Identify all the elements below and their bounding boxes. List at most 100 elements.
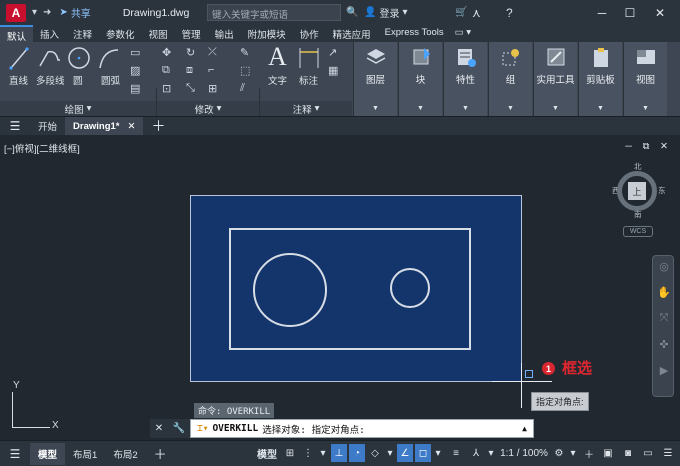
search-input[interactable]: 键入关键字或短语 [207,4,341,21]
tab-start[interactable]: 开始 [30,117,65,136]
annotation-table-icon[interactable]: ▦ [328,64,338,77]
tab-express-tools[interactable]: Express Tools [378,25,451,42]
snap-icon[interactable]: ⋮ [300,444,316,462]
drawing-viewport[interactable]: [−]俯视][二维线框] ─ ⧉ ✕ 1 框选 指定对角点: 命令: OVERK… [0,135,680,440]
offset-icon[interactable]: ⫽ [240,82,245,95]
properties-button[interactable]: 特性 ▼ [443,42,487,116]
line-icon[interactable] [8,46,30,72]
isodraft-icon[interactable]: ◇ [367,444,383,462]
tab-manage[interactable]: 管理 [175,25,208,42]
arc-label[interactable]: 圆弧 [101,73,120,87]
panel-modify-title[interactable]: 修改 ▾ [157,101,259,116]
lineweight-icon[interactable]: ≡ [447,444,465,462]
tab-default[interactable]: 默认 [0,25,34,43]
layers-button[interactable]: 图层 ▼ [353,42,397,116]
wcs-menu[interactable]: WCS [623,226,653,237]
grid-icon[interactable]: ⊞ [282,444,298,462]
erase-icon[interactable]: ✎ [240,46,249,59]
circle-icon[interactable] [67,45,91,71]
search-icon[interactable]: 🔍 [346,0,358,25]
add-icon[interactable]: ＋ [582,444,596,462]
group-button[interactable]: 组 ▼ [488,42,532,116]
pan-icon[interactable]: ✋ [657,286,671,299]
explode-icon[interactable]: ⬚ [240,64,250,77]
circle-label[interactable]: 圆 [73,73,83,87]
dimension-icon[interactable] [297,46,321,72]
chevron-down-icon[interactable]: ▾ [318,444,328,462]
utilities-button[interactable]: 实用工具 ▼ [533,42,577,116]
view-button[interactable]: 视图 ▼ [623,42,667,116]
rectangle-icon[interactable]: ▭ [130,46,140,59]
viewport-controls-label[interactable]: [−]俯视][二维线框] [4,141,80,155]
chevron-down-icon[interactable]: ▾ [433,444,443,462]
tab-featured-apps[interactable]: 精选应用 [326,25,378,42]
hamburger-menu-icon[interactable]: ☰ [0,119,30,133]
panel-draw-title[interactable]: 绘图 ▾ [0,101,156,116]
object-snap-icon[interactable]: ◻ [415,444,431,462]
tab-addins[interactable]: 附加模块 [241,25,293,42]
dimension-label[interactable]: 标注 [299,73,318,87]
minimize-button[interactable]: ─ [588,0,616,25]
ribbon-options-icon[interactable]: ▭ ▾ [451,25,475,42]
showmotion-icon[interactable]: ▶ [657,364,671,377]
orbit-icon[interactable]: ✜ [657,338,671,351]
cart-icon[interactable]: 🛒 [455,0,467,25]
share-button[interactable]: ➤ 共享 [59,5,90,20]
add-layout-button[interactable]: ＋ [146,443,175,465]
tab-output[interactable]: 输出 [208,25,241,42]
viewcube[interactable]: 北 西 东 南 上 WCS [612,162,666,237]
clean-screen-icon[interactable]: ▭ [640,444,656,462]
move-icon[interactable]: ✥ [162,46,171,59]
copy-icon[interactable]: ⧉ [162,64,170,77]
text-icon[interactable]: A [268,42,287,72]
new-tab-button[interactable]: ＋ [143,117,173,136]
ortho-icon[interactable]: ⊥ [331,444,347,462]
table-icon[interactable]: ▤ [130,82,140,95]
model-space-button[interactable]: 模型 [256,444,278,462]
stretch-icon[interactable]: ⊡ [162,82,171,95]
clipboard-button[interactable]: 剪贴板 ▼ [578,42,622,116]
text-label[interactable]: 文字 [268,73,287,87]
rotate-icon[interactable]: ↻ [186,46,195,59]
annotation-scale[interactable]: 1:1 / 100% [499,444,549,462]
panel-annotate-title[interactable]: 注释 ▾ [260,101,352,116]
array-icon[interactable]: ⊞ [208,82,217,95]
steering-wheel-icon[interactable]: ◎ [657,260,671,273]
mirror-icon[interactable]: ⧈ [186,64,193,77]
app-menu-button[interactable]: A [6,3,26,22]
arc-icon[interactable] [97,46,121,72]
tab-view[interactable]: 视图 [142,25,175,42]
help-icon[interactable]: ? [506,0,513,25]
object-snap-tracking-icon[interactable]: ∠ [397,444,413,462]
trim-icon[interactable]: ⤫ [208,46,217,59]
tab-model[interactable]: 模型 [30,442,66,465]
chevron-down-icon[interactable]: ▾ [32,7,37,18]
fillet-icon[interactable]: ⌐ [208,64,214,76]
compass-east[interactable]: 东 [658,185,666,196]
layout-menu-icon[interactable]: ☰ [0,443,30,465]
hardware-acceleration-icon[interactable]: ◙ [620,444,636,462]
scale-icon[interactable]: ⤡ [186,82,195,95]
close-icon[interactable]: ✕ [155,423,163,434]
tab-drawing1[interactable]: Drawing1* ✕ [65,116,144,136]
wrench-icon[interactable]: 🔧 [173,423,185,434]
isolate-objects-icon[interactable]: ▣ [600,444,616,462]
tab-parametric[interactable]: 参数化 [99,25,142,42]
customization-menu-icon[interactable]: ☰ [660,444,676,462]
viewport-window-controls[interactable]: ─ ⧉ ✕ [625,141,672,152]
line-label[interactable]: 直线 [9,73,28,87]
settings-gear-icon[interactable]: ⚙ [552,444,566,462]
close-icon[interactable]: ✕ [127,121,135,132]
login-button[interactable]: 👤 登录 ▾ [364,0,407,25]
leader-icon[interactable]: ↗ [328,46,337,59]
connect-icon[interactable]: ⋏ [472,0,481,25]
viewcube-top-face[interactable]: 上 [628,182,646,200]
polar-icon[interactable]: ◔ [349,444,365,462]
chevron-down-icon[interactable]: ▾ [486,444,496,462]
tab-layout2[interactable]: 布局2 [105,443,145,465]
quick-access-arrow-icon[interactable]: ➜ [43,7,51,18]
tab-layout1[interactable]: 布局1 [65,443,105,465]
command-input[interactable]: ⌶▾ OVERKILL 选择对象: 指定对角点: ▲ [190,419,534,438]
polyline-label[interactable]: 多段线 [36,73,65,87]
annotation-visibility-icon[interactable]: ⅄ [467,444,485,462]
